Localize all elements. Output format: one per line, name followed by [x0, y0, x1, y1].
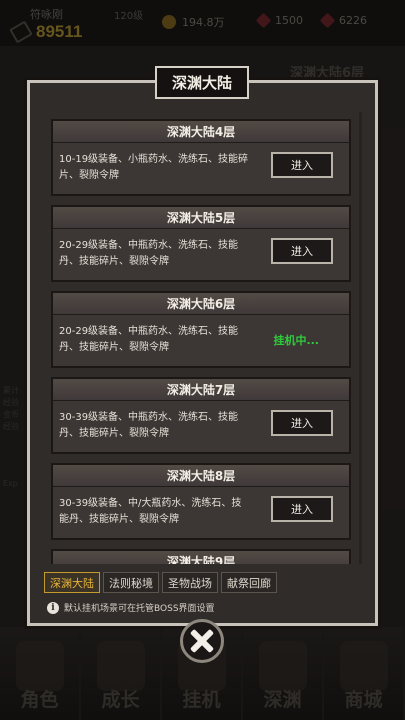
enter-button[interactable]: 进入 [271, 152, 333, 178]
enter-button[interactable]: 进入 [271, 496, 333, 522]
floor-rewards: 30-39级装备、中/大瓶药水、洗练石、技能丹、技能碎片、裂隙令牌 [59, 498, 242, 525]
floor-rewards: 10-19级装备、小瓶药水、洗练石、技能碎片、裂隙令牌 [59, 154, 249, 181]
floor-card: 深渊大陆7层 30-39级装备、中瓶药水、洗练石、技能丹、技能碎片、裂隙令牌 进… [51, 377, 351, 454]
floor-card: 深渊大陆8层 30-39级装备、中/大瓶药水、洗练石、技能丹、技能碎片、裂隙令牌… [51, 463, 351, 540]
list-scrollbar[interactable] [359, 112, 362, 564]
idle-notice: i 默认挂机场景可在托管BOSS界面设置 [47, 601, 215, 614]
floor-list[interactable]: 深渊大陆4层 10-19级装备、小瓶药水、洗练石、技能碎片、裂隙令牌 进入 深渊… [41, 112, 365, 564]
floor-rewards: 30-39级装备、中瓶药水、洗练石、技能丹、技能碎片、裂隙令牌 [59, 412, 239, 439]
tab-law-realm[interactable]: 法则秘境 [103, 572, 159, 593]
floor-name: 深渊大陆9层 [53, 551, 349, 564]
dialog-title: 深渊大陆 [155, 66, 249, 99]
floor-name: 深渊大陆4层 [53, 121, 349, 143]
floor-name: 深渊大陆7层 [53, 379, 349, 401]
floor-rewards: 20-29级装备、中瓶药水、洗练石、技能丹、技能碎片、裂隙令牌 [59, 240, 239, 267]
notice-text: 默认挂机场景可在托管BOSS界面设置 [64, 604, 215, 614]
floor-rewards: 20-29级装备、中瓶药水、洗练石、技能丹、技能碎片、裂隙令牌 [59, 326, 239, 353]
floor-name: 深渊大陆5层 [53, 207, 349, 229]
enter-button[interactable]: 进入 [271, 238, 333, 264]
close-button[interactable] [180, 619, 224, 663]
tab-abyss-continent[interactable]: 深渊大陆 [44, 572, 100, 593]
floor-card-current: 深渊大陆6层 20-29级装备、中瓶药水、洗练石、技能丹、技能碎片、裂隙令牌 挂… [51, 291, 351, 368]
dialog-tabs: 深渊大陆 法则秘境 圣物战场 献祭回廊 [44, 572, 277, 593]
tab-relic-battlefield[interactable]: 圣物战场 [162, 572, 218, 593]
tab-sacrifice-corridor[interactable]: 献祭回廊 [221, 572, 277, 593]
floor-card: 深渊大陆5层 20-29级装备、中瓶药水、洗练石、技能丹、技能碎片、裂隙令牌 进… [51, 205, 351, 282]
floor-name: 深渊大陆8层 [53, 465, 349, 487]
floor-name: 深渊大陆6层 [53, 293, 349, 315]
floor-card: 深渊大陆9层 [51, 549, 351, 564]
idle-status: 挂机中... [273, 334, 319, 347]
info-icon: i [47, 601, 59, 614]
floor-card: 深渊大陆4层 10-19级装备、小瓶药水、洗练石、技能碎片、裂隙令牌 进入 [51, 119, 351, 196]
enter-button[interactable]: 进入 [271, 410, 333, 436]
